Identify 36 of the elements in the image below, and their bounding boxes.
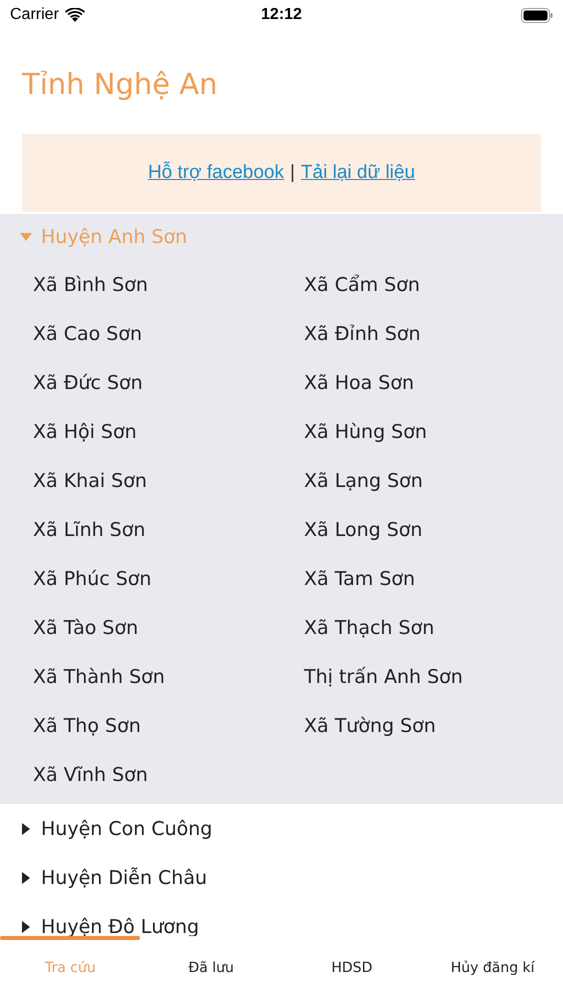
commune-item[interactable]: Xã Khai Sơn bbox=[33, 456, 304, 505]
commune-item[interactable]: Xã Cao Sơn bbox=[33, 309, 304, 358]
caret-down-icon bbox=[20, 233, 32, 241]
commune-item[interactable]: Xã Thọ Sơn bbox=[33, 701, 304, 750]
commune-item[interactable]: Xã Hùng Sơn bbox=[304, 407, 563, 456]
commune-item[interactable]: Xã Hội Sơn bbox=[33, 407, 304, 456]
tab[interactable]: Đã lưu bbox=[140, 936, 282, 1000]
commune-item[interactable]: Xã Bình Sơn bbox=[33, 260, 304, 309]
tab[interactable]: HDSD bbox=[282, 936, 422, 1000]
commune-item[interactable]: Xã Cẩm Sơn bbox=[304, 260, 563, 309]
commune-item[interactable]: Xã Vĩnh Sơn bbox=[33, 750, 304, 799]
commune-item[interactable]: Xã Đức Sơn bbox=[33, 358, 304, 407]
commune-item[interactable]: Xã Lĩnh Sơn bbox=[33, 505, 304, 554]
caret-right-icon bbox=[22, 920, 30, 932]
district-row[interactable]: Huyện Con Cuông bbox=[0, 804, 563, 853]
commune-item[interactable]: Xã Thành Sơn bbox=[33, 652, 304, 701]
commune-item[interactable]: Thị trấn Anh Sơn bbox=[304, 652, 563, 701]
page-title: Tỉnh Nghệ An bbox=[22, 66, 219, 102]
commune-item[interactable]: Xã Hoa Sơn bbox=[304, 358, 563, 407]
commune-item[interactable]: Xã Long Sơn bbox=[304, 505, 563, 554]
wifi-icon bbox=[64, 8, 85, 22]
caret-right-icon bbox=[22, 872, 30, 884]
district-row[interactable]: Huyện Diễn Châu bbox=[0, 853, 563, 902]
commune-item[interactable]: Xã Tam Sơn bbox=[304, 554, 563, 603]
battery-icon bbox=[520, 8, 553, 22]
carrier-label: Carrier bbox=[10, 6, 59, 24]
commune-item[interactable]: Xã Lạng Sơn bbox=[304, 456, 563, 505]
commune-item[interactable]: Xã Tường Sơn bbox=[304, 701, 563, 750]
separator: | bbox=[290, 162, 295, 184]
clock: 12:12 bbox=[261, 6, 302, 24]
commune-item[interactable]: Xã Tào Sơn bbox=[33, 603, 304, 652]
commune-item[interactable]: Xã Đỉnh Sơn bbox=[304, 309, 563, 358]
commune-item[interactable]: Xã Thạch Sơn bbox=[304, 603, 563, 652]
tab[interactable]: Hủy đăng kí bbox=[422, 936, 563, 1000]
caret-right-icon bbox=[22, 822, 30, 834]
commune-item[interactable]: Xã Phúc Sơn bbox=[33, 554, 304, 603]
